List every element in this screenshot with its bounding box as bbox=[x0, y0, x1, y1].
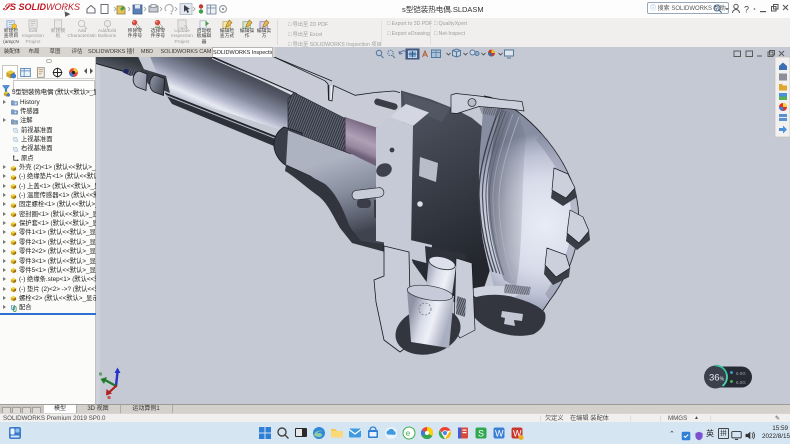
svg-text:S: S bbox=[478, 429, 484, 439]
svg-text:A: A bbox=[14, 119, 17, 124]
svg-text:?: ? bbox=[744, 5, 749, 15]
svg-text:W: W bbox=[495, 429, 504, 439]
svg-text:6.0G: 6.0G bbox=[736, 380, 746, 385]
svg-text:6.0G: 6.0G bbox=[736, 371, 746, 376]
svg-text:e: e bbox=[406, 429, 411, 438]
